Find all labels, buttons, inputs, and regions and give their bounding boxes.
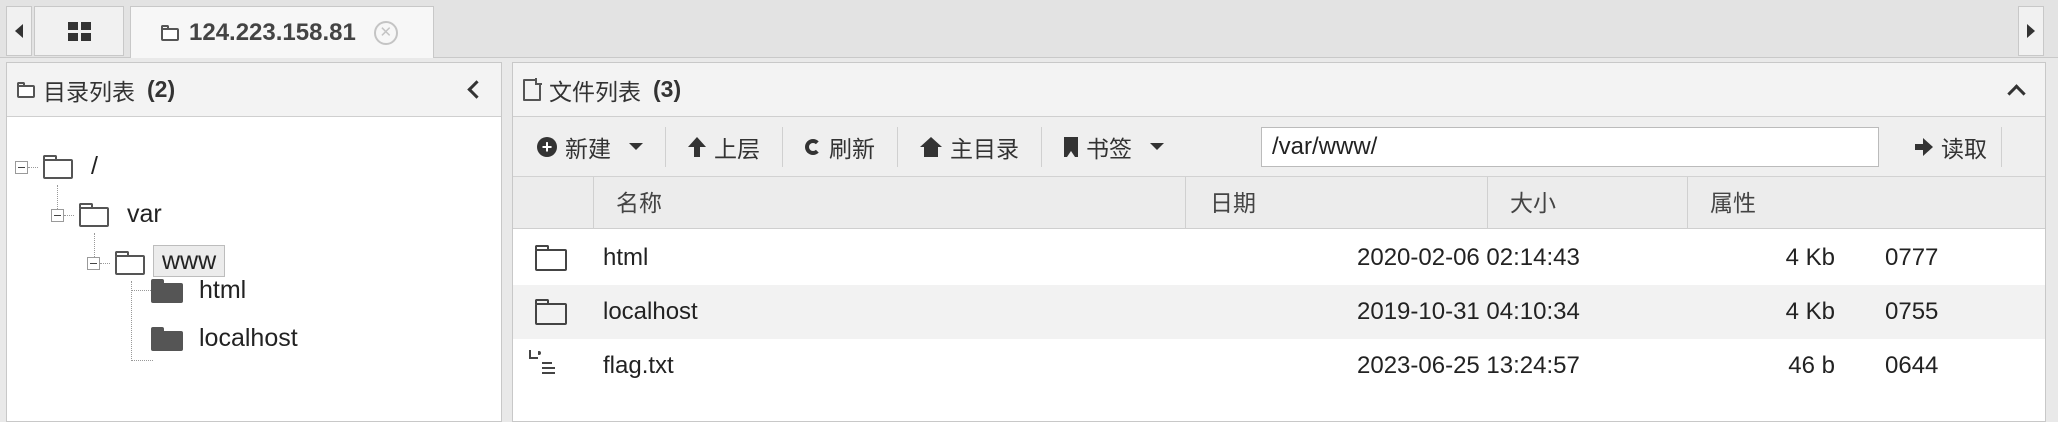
file-panel-header: 文件列表 (3): [513, 63, 2045, 117]
file-toolbar: + 新建 上层 刷新 主目录 书签 读取: [513, 117, 2045, 177]
directory-panel-title: 目录列表: [43, 78, 135, 105]
file-name[interactable]: localhost: [603, 285, 698, 339]
column-header-date[interactable]: 日期: [1185, 177, 1487, 229]
file-table-header: 名称 日期 大小 属性: [513, 177, 2045, 229]
bookmark-label: 书签: [1086, 135, 1132, 162]
scroll-tabs-left-button[interactable]: [6, 6, 32, 56]
directory-tree: / var www html localhost: [7, 117, 501, 417]
folder-icon: [161, 24, 179, 41]
triangle-right-icon: [2027, 24, 2035, 38]
folder-icon: [151, 279, 183, 303]
column-header-attr[interactable]: 属性: [1687, 177, 2045, 229]
folder-icon: [535, 245, 567, 271]
file-name[interactable]: flag.txt: [603, 339, 674, 393]
tab-overview-button[interactable]: [34, 6, 124, 56]
home-icon: [920, 136, 942, 157]
tree-node-root[interactable]: /: [91, 151, 98, 181]
file-size: 4 Kb: [1785, 244, 1835, 271]
new-button[interactable]: + 新建: [513, 125, 665, 169]
chevron-up-icon[interactable]: [2007, 84, 2026, 103]
tree-node-www[interactable]: www: [153, 245, 226, 277]
bookmark-button[interactable]: 书签: [1042, 125, 1186, 169]
close-tab-icon[interactable]: ✕: [373, 20, 398, 45]
triangle-left-icon: [15, 24, 23, 38]
tree-toggle-root[interactable]: [15, 161, 28, 174]
file-attr[interactable]: 0777: [1885, 231, 1938, 285]
tree-toggle-var[interactable]: [51, 209, 64, 222]
tree-node-html[interactable]: html: [199, 275, 246, 305]
collapse-panel-icon[interactable]: [467, 80, 486, 99]
table-row[interactable]: localhost 2019-10-31 04:10:34 4 Kb 0755: [513, 285, 2045, 339]
file-name[interactable]: html: [603, 231, 648, 285]
tree-node-var[interactable]: var: [127, 199, 162, 229]
home-dir-label: 主目录: [950, 135, 1019, 162]
icon-column-header: [513, 177, 593, 229]
file-panel-title: 文件列表: [549, 78, 641, 105]
scroll-tabs-right-button[interactable]: [2018, 6, 2044, 56]
folder-icon: [151, 327, 183, 351]
folder-icon: [79, 203, 109, 227]
tree-node-localhost[interactable]: localhost: [199, 323, 298, 353]
folder-icon: [43, 155, 73, 179]
directory-panel-header: 目录列表 (2): [7, 63, 501, 117]
plus-circle-icon: +: [537, 136, 557, 157]
file-icon: [523, 77, 542, 101]
tab-host[interactable]: 124.223.158.81 ✕: [130, 6, 434, 58]
arrow-up-icon: [688, 136, 706, 157]
grid-icon: [67, 21, 91, 41]
new-button-label: 新建: [565, 135, 611, 162]
directory-panel: 目录列表 (2) / var www html localhost: [6, 62, 502, 422]
chevron-down-icon: [629, 143, 643, 150]
refresh-button[interactable]: 刷新: [783, 125, 897, 169]
column-header-size[interactable]: 大小: [1487, 177, 1687, 229]
file-date: 2019-10-31 04:10:34: [1357, 298, 1580, 325]
refresh-icon: [805, 138, 821, 155]
read-button[interactable]: 读取: [1893, 125, 2009, 169]
tab-host-label: 124.223.158.81: [189, 18, 356, 46]
read-label: 读取: [1941, 136, 1987, 162]
tree-toggle-www[interactable]: [87, 257, 100, 270]
chevron-down-icon: [1150, 143, 1164, 150]
folder-icon: [17, 81, 35, 98]
file-size: 4 Kb: [1785, 298, 1835, 325]
file-panel: 文件列表 (3) + 新建 上层 刷新 主目录 书签 /var/www/ 读取 …: [512, 62, 2046, 422]
refresh-label: 刷新: [829, 135, 875, 162]
directory-count: (2): [147, 76, 176, 102]
folder-icon: [535, 299, 567, 325]
file-size: 46 b: [1788, 352, 1835, 379]
file-date: 2020-02-06 02:14:43: [1357, 244, 1580, 271]
up-level-label: 上层: [714, 135, 760, 162]
folder-icon: [115, 251, 145, 275]
path-input[interactable]: [1261, 127, 1879, 167]
column-header-name[interactable]: 名称: [593, 177, 1185, 229]
bookmark-icon: [1064, 136, 1078, 157]
table-row[interactable]: html 2020-02-06 02:14:43 4 Kb 0777: [513, 231, 2045, 285]
home-dir-button[interactable]: 主目录: [898, 125, 1041, 169]
arrow-right-icon: [1915, 138, 1933, 156]
file-attr[interactable]: 0755: [1885, 285, 1938, 339]
table-row[interactable]: flag.txt 2023-06-25 13:24:57 46 b 0644: [513, 339, 2045, 393]
file-date: 2023-06-25 13:24:57: [1357, 352, 1580, 379]
tab-bar: 124.223.158.81 ✕: [0, 0, 2058, 58]
up-level-button[interactable]: 上层: [666, 125, 782, 169]
file-count: (3): [653, 76, 682, 102]
file-attr[interactable]: 0644: [1885, 339, 1938, 393]
